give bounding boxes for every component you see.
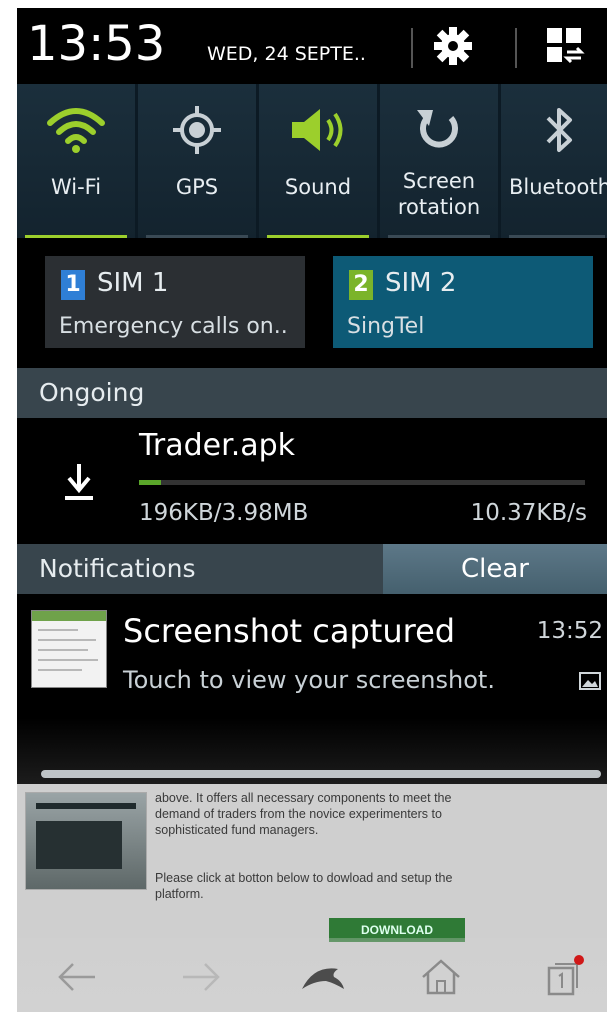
toggle-label: GPS [175,175,219,199]
sim2-card[interactable]: 2 SIM 2 SingTel [333,256,593,348]
image-icon [579,672,601,690]
arrow-right-icon [183,963,220,991]
tabs-button[interactable] [533,952,593,1002]
sim-selector: 1 SIM 1 Emergency calls on.. 2 SIM 2 Sin… [17,244,607,366]
sim-name: SIM 2 [385,268,457,298]
notification-title: Screenshot captured [123,612,456,650]
divider [411,28,413,68]
gear-icon [434,27,472,65]
toggle-gps[interactable]: GPS [138,84,256,238]
download-progress-bar [139,480,585,485]
section-title: Ongoing [39,378,145,407]
grid-toggle-icon [547,28,585,64]
bluetooth-icon [546,108,572,152]
download-title: Trader.apk [139,428,296,463]
notification-time: 13:52 [536,618,603,644]
sim-name: SIM 1 [97,268,169,298]
sim-status: SingTel [347,314,425,339]
toggle-sound[interactable]: Sound [259,84,377,238]
download-progress-fill [139,480,161,485]
toggle-label: Wi-Fi [50,175,102,199]
dolphin-button[interactable] [293,952,353,1002]
sim1-card[interactable]: 1 SIM 1 Emergency calls on.. [45,256,305,348]
download-notification[interactable]: Trader.apk 196KB/3.98MB 10.37KB/s [17,418,607,544]
settings-button[interactable] [425,20,481,72]
ongoing-header: Ongoing [17,368,607,418]
screenshot-thumbnail [31,610,107,688]
clock: 13:53 [27,16,166,72]
browser-nav-bar [17,938,607,1012]
section-title: Notifications [39,554,196,583]
notification-subtitle: Touch to view your screenshot. [123,666,495,694]
toggle-indicator [25,235,127,238]
download-size: 196KB/3.98MB [139,500,309,526]
notification-shade: 13:53 WED, 24 SEPTE.. Wi-Fi GPS Sound Sc… [17,8,607,1012]
clear-button[interactable]: Clear [383,544,607,594]
grid-menu-button[interactable] [537,20,593,72]
wifi-icon [47,108,105,153]
sim-status: Emergency calls on.. [59,314,288,339]
sim2-badge: 2 [349,270,373,300]
shade-drag-handle[interactable] [41,770,601,778]
tabs-icon [547,955,584,996]
toggle-wifi[interactable]: Wi-Fi [17,84,135,238]
sim1-badge: 1 [61,270,85,300]
toggle-indicator [267,235,369,238]
toggle-label-line: rotation [397,195,481,219]
forward-button[interactable] [171,952,231,1002]
screenshot-notification[interactable]: Screenshot captured 13:52 Touch to view … [17,598,607,718]
toggle-indicator [388,235,490,238]
download-icon [65,464,93,500]
toggle-label-line: Screen [402,169,476,193]
platform-screenshot-image [25,792,147,890]
web-paragraph: above. It offers all necessary component… [155,791,452,837]
web-paragraph: Please click at botton below to dowload … [155,871,453,901]
toggle-label: Screen rotation [380,168,498,220]
toggle-label: Bluetooth [509,175,607,199]
divider [515,28,517,68]
gps-icon [173,106,221,154]
status-header: 13:53 WED, 24 SEPTE.. [17,8,607,80]
dolphin-icon [302,968,344,989]
toggle-indicator [509,235,605,238]
quick-settings: Wi-Fi GPS Sound Screen rotation Bluetoot… [17,84,607,238]
back-button[interactable] [47,952,107,1002]
arrow-left-icon [58,963,95,991]
sound-icon [292,109,343,151]
rotation-icon [417,110,458,148]
notifications-header: Notifications Clear [17,544,607,594]
download-speed: 10.37KB/s [470,500,587,526]
home-button[interactable] [411,952,471,1002]
home-icon [422,959,460,995]
toggle-bluetooth[interactable]: Bluetooth [501,84,607,238]
date-text: WED, 24 SEPTE.. [207,43,366,65]
toggle-screen-rotation[interactable]: Screen rotation [380,84,498,238]
toggle-label: Sound [284,175,352,199]
toggle-indicator [146,235,248,238]
